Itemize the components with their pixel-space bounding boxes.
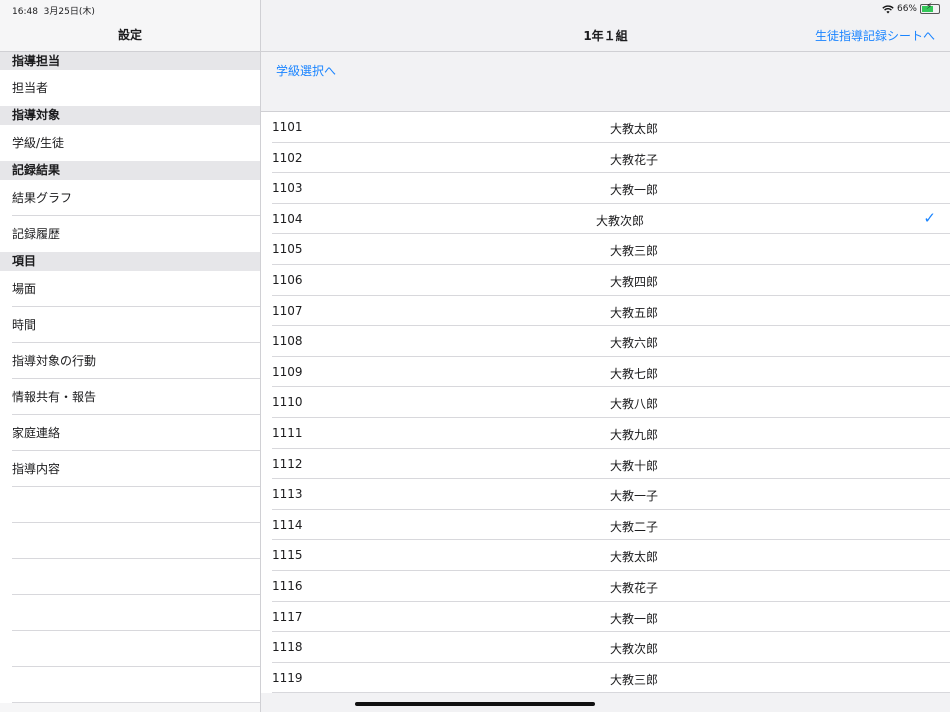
table-row[interactable]: 1119 大教三郎: [261, 663, 950, 694]
student-number: 1111: [272, 425, 303, 440]
student-name: 大教一郎: [610, 611, 659, 626]
student-name: 大教三郎: [610, 244, 659, 259]
status-time: 16:48 3月25日(木): [12, 4, 95, 17]
student-number: 1112: [272, 456, 303, 471]
student-number: 1102: [272, 150, 303, 165]
sidebar-item-info-sharing[interactable]: 情報共有・報告: [0, 379, 260, 415]
student-name: 大教花子: [610, 580, 659, 595]
student-number: 1106: [272, 272, 303, 287]
student-name: 大教七郎: [610, 366, 659, 381]
class-select-link[interactable]: 学級選択へ: [276, 62, 336, 79]
student-name: 大教五郎: [610, 305, 659, 320]
empty-row: [0, 523, 260, 559]
sidebar-list: 指導担当 担当者 指導対象 学級/生徒 記録結果 結果グラフ 記録履歴 項目 場…: [0, 52, 260, 703]
table-row[interactable]: 1102 大教花子: [261, 143, 950, 174]
student-name: 大教一子: [610, 489, 659, 504]
student-number: 1114: [272, 517, 303, 532]
student-name: 大教花子: [610, 152, 659, 167]
table-row[interactable]: 1107 大教五郎: [261, 296, 950, 327]
table-row[interactable]: 1110 大教八郎: [261, 387, 950, 418]
student-name: 大教一郎: [610, 183, 659, 198]
student-name: 大教二子: [610, 519, 659, 534]
sidebar-item-class-student[interactable]: 学級/生徒: [0, 125, 260, 161]
status-clock: 16:48: [12, 7, 38, 17]
sidebar-item-target-behavior[interactable]: 指導対象の行動: [0, 343, 260, 379]
section-header-items: 項目: [0, 252, 260, 271]
section-header-instruction-target: 指導対象: [0, 106, 260, 125]
table-row[interactable]: 1106 大教四郎: [261, 265, 950, 296]
table-row[interactable]: 1104 大教次郎 ✓: [261, 204, 950, 235]
student-name: 大教九郎: [610, 427, 659, 442]
table-row[interactable]: 1103 大教一郎: [261, 173, 950, 204]
student-number: 1108: [272, 334, 303, 349]
student-record-sheet-link[interactable]: 生徒指導記録シートへ: [815, 27, 935, 44]
student-name: 大教太郎: [610, 122, 659, 136]
student-number: 1117: [272, 609, 303, 624]
empty-row: [0, 595, 260, 631]
charging-bolt-icon: ⚡: [926, 2, 933, 12]
student-name: 大教次郎: [610, 642, 659, 657]
student-number: 1118: [272, 640, 303, 655]
sidebar: 設定 指導担当 担当者 指導対象 学級/生徒 記録結果 結果グラフ 記録履歴 項…: [0, 0, 260, 712]
table-row[interactable]: 1101 大教太郎: [261, 112, 950, 143]
table-row[interactable]: 1112 大教十郎: [261, 449, 950, 480]
student-number: 1116: [272, 578, 303, 593]
table-row[interactable]: 1111 大教九郎: [261, 418, 950, 449]
student-number: 1104: [272, 211, 303, 226]
table-row[interactable]: 1114 大教二子: [261, 510, 950, 541]
status-bar: 16:48 3月25日(木) 66% ⚡: [0, 0, 950, 18]
student-number: 1103: [272, 181, 303, 196]
empty-row: [0, 631, 260, 667]
empty-row: [0, 667, 260, 703]
table-row[interactable]: 1116 大教花子: [261, 571, 950, 602]
section-header-record-results: 記録結果: [0, 161, 260, 180]
sidebar-item-scene[interactable]: 場面: [0, 271, 260, 307]
student-name: 大教次郎: [596, 213, 645, 228]
sidebar-item-result-graph[interactable]: 結果グラフ: [0, 180, 260, 216]
student-name: 大教十郎: [610, 458, 659, 473]
student-table: 1101 大教太郎 1102 大教花子 1103 大教一郎 1104 大教次郎 ✓ 1105 大教三…: [261, 111, 950, 694]
student-name: 大教太郎: [610, 550, 659, 565]
sidebar-item-home-contact[interactable]: 家庭連絡: [0, 415, 260, 451]
student-number: 1119: [272, 670, 303, 685]
status-date: 3月25日(木): [43, 7, 95, 17]
checkmark-icon: ✓: [923, 208, 936, 227]
table-row[interactable]: 1105 大教三郎: [261, 234, 950, 265]
battery-percent: 66%: [896, 4, 917, 14]
student-number: 1113: [272, 487, 303, 502]
student-name: 大教六郎: [610, 336, 659, 351]
table-row[interactable]: 1113 大教一子: [261, 479, 950, 510]
student-number: 1115: [272, 548, 303, 563]
sidebar-item-instruction-content[interactable]: 指導内容: [0, 451, 260, 487]
student-name: 大教四郎: [610, 274, 659, 289]
table-row[interactable]: 1115 大教太郎: [261, 540, 950, 571]
student-number: 1105: [272, 242, 303, 257]
section-header-instruction-staff: 指導担当: [0, 52, 260, 70]
sidebar-item-record-history[interactable]: 記録履歴: [0, 216, 260, 252]
home-indicator: [355, 702, 595, 706]
student-name: 大教八郎: [610, 397, 659, 412]
status-right: 66% ⚡: [882, 2, 940, 14]
main-panel: 1年１組 生徒指導記録シートへ 学級選択へ 1101 大教太郎 1102 大教花子 11…: [261, 0, 950, 712]
student-number: 1107: [272, 303, 303, 318]
student-number: 1101: [272, 120, 303, 134]
main-nav-bar: 1年１組 生徒指導記録シートへ: [261, 18, 950, 52]
student-number: 1109: [272, 364, 303, 379]
student-name: 大教三郎: [610, 672, 659, 687]
table-row[interactable]: 1117 大教一郎: [261, 602, 950, 633]
sidebar-item-time[interactable]: 時間: [0, 307, 260, 343]
battery-icon: ⚡: [920, 2, 940, 14]
sidebar-title: 設定: [0, 18, 260, 52]
table-row[interactable]: 1108 大教六郎: [261, 326, 950, 357]
student-number: 1110: [272, 395, 303, 410]
table-row[interactable]: 1118 大教次郎: [261, 632, 950, 663]
sidebar-item-staff[interactable]: 担当者: [0, 70, 260, 106]
table-row[interactable]: 1109 大教七郎: [261, 357, 950, 388]
empty-row: [0, 559, 260, 595]
wifi-icon: [882, 4, 894, 13]
empty-row: [0, 487, 260, 523]
